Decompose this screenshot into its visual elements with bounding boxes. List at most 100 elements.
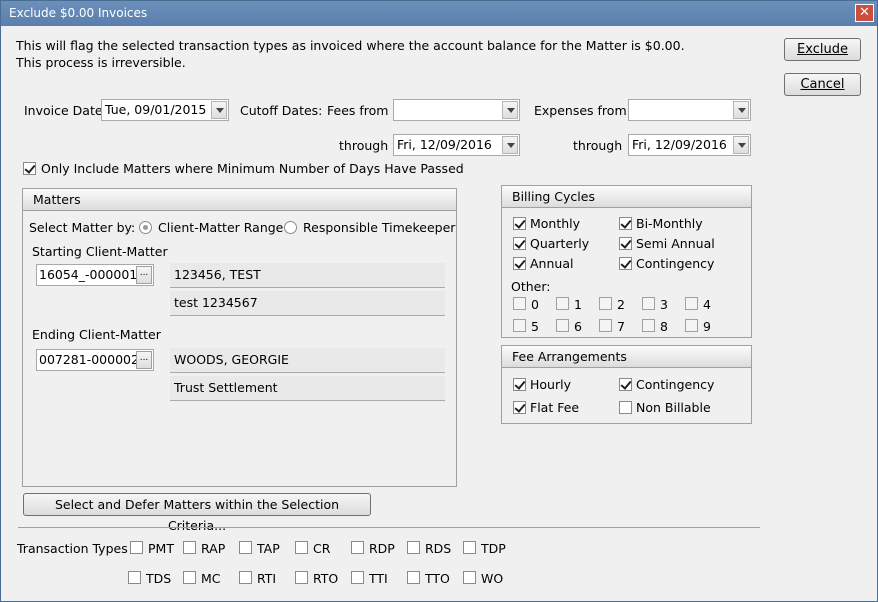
- tx-wo-checkbox[interactable]: [463, 571, 476, 584]
- ending-matter-name: Trust Settlement: [170, 376, 445, 401]
- billing-other-1-checkbox[interactable]: [556, 297, 569, 310]
- ending-client-matter-input[interactable]: 007281-000002 ...: [36, 349, 154, 371]
- tx-tds-checkbox[interactable]: [128, 571, 141, 584]
- billing-other-9-label: 9: [703, 319, 711, 334]
- tx-rti-checkbox[interactable]: [239, 571, 252, 584]
- starting-client-matter-input[interactable]: 16054_-000001 ...: [36, 264, 154, 286]
- tx-tap-label: TAP: [257, 541, 280, 556]
- tx-rdp-checkbox[interactable]: [351, 541, 364, 554]
- expenses-from-picker[interactable]: [628, 99, 751, 121]
- billing-other-3-checkbox[interactable]: [642, 297, 655, 310]
- billing-other-1-label: 1: [574, 297, 582, 312]
- tx-tdp-checkbox[interactable]: [463, 541, 476, 554]
- starting-client-name: 123456, TEST: [170, 263, 445, 288]
- matters-group-title: Matters: [23, 189, 456, 211]
- fees-from-picker[interactable]: [393, 99, 520, 121]
- tx-tap-checkbox[interactable]: [239, 541, 252, 554]
- radio-responsible-timekeeper-label: Responsible Timekeeper: [303, 220, 456, 235]
- billing-contingency-label: Contingency: [636, 256, 715, 271]
- billing-monthly-checkbox[interactable]: [513, 217, 526, 230]
- chevron-down-icon[interactable]: [733, 101, 749, 119]
- radio-client-matter-range-label: Client-Matter Range: [158, 220, 284, 235]
- cancel-button-label: Cancel: [800, 77, 845, 92]
- tx-rap-checkbox[interactable]: [183, 541, 196, 554]
- select-matter-by-label: Select Matter by:: [29, 220, 136, 235]
- tx-rto-checkbox[interactable]: [295, 571, 308, 584]
- billing-quarterly-checkbox[interactable]: [513, 237, 526, 250]
- billing-annual-checkbox[interactable]: [513, 257, 526, 270]
- tx-mc-label: MC: [201, 571, 221, 586]
- billing-other-9-checkbox[interactable]: [685, 319, 698, 332]
- starting-client-matter-value: 16054_-000001: [39, 267, 138, 282]
- cancel-button[interactable]: Cancel: [784, 73, 861, 96]
- tx-tti-checkbox[interactable]: [351, 571, 364, 584]
- tx-tds-label: TDS: [146, 571, 172, 586]
- ellipsis-lookup-button[interactable]: ...: [136, 351, 152, 369]
- billing-semiannual-label: Semi Annual: [636, 236, 715, 251]
- radio-responsible-timekeeper[interactable]: [284, 221, 297, 234]
- chevron-down-icon[interactable]: [211, 101, 227, 119]
- expenses-through-picker[interactable]: Fri, 12/09/2016: [628, 134, 751, 156]
- billing-other-label: Other:: [511, 279, 551, 294]
- billing-other-7-label: 7: [617, 319, 625, 334]
- tx-cr-label: CR: [313, 541, 331, 556]
- fees-through-picker[interactable]: Fri, 12/09/2016: [393, 134, 520, 156]
- billing-other-7-checkbox[interactable]: [599, 319, 612, 332]
- billing-semiannual-checkbox[interactable]: [619, 237, 632, 250]
- billing-bimonthly-label: Bi-Monthly: [636, 216, 703, 231]
- dialog-window: Exclude $0.00 Invoices ✕ This will flag …: [0, 0, 878, 602]
- fee-nonbillable-label: Non Billable: [636, 400, 711, 415]
- billing-other-6-checkbox[interactable]: [556, 319, 569, 332]
- billing-other-2-checkbox[interactable]: [599, 297, 612, 310]
- fee-nonbillable-checkbox[interactable]: [619, 401, 632, 414]
- exclude-button[interactable]: Exclude: [784, 38, 861, 61]
- window-title: Exclude $0.00 Invoices: [9, 6, 148, 20]
- billing-other-6-label: 6: [574, 319, 582, 334]
- tx-rds-label: RDS: [425, 541, 452, 556]
- fee-hourly-checkbox[interactable]: [513, 378, 526, 391]
- tx-tto-checkbox[interactable]: [407, 571, 420, 584]
- ellipsis-lookup-button[interactable]: ...: [136, 266, 152, 284]
- tx-wo-label: WO: [481, 571, 504, 586]
- billing-other-4-checkbox[interactable]: [685, 297, 698, 310]
- tx-cr-checkbox[interactable]: [295, 541, 308, 554]
- transaction-types-label: Transaction Types: [17, 541, 128, 556]
- fee-contingency-label: Contingency: [636, 377, 715, 392]
- billing-other-5-checkbox[interactable]: [513, 319, 526, 332]
- chevron-down-icon[interactable]: [733, 136, 749, 154]
- exclude-button-label: Exclude: [797, 42, 848, 57]
- title-bar: Exclude $0.00 Invoices ✕: [1, 1, 877, 26]
- intro-line-2: This process is irreversible.: [16, 55, 186, 70]
- fee-flatfee-checkbox[interactable]: [513, 401, 526, 414]
- tx-rto-label: RTO: [313, 571, 339, 586]
- billing-other-4-label: 4: [703, 297, 711, 312]
- billing-other-8-checkbox[interactable]: [642, 319, 655, 332]
- expenses-from-label: Expenses from: [534, 103, 627, 118]
- ending-client-matter-label: Ending Client-Matter: [32, 327, 161, 342]
- tx-pmt-checkbox[interactable]: [130, 541, 143, 554]
- billing-other-8-label: 8: [660, 319, 668, 334]
- close-icon[interactable]: ✕: [855, 4, 874, 22]
- tx-tto-label: TTO: [425, 571, 450, 586]
- billing-other-5-label: 5: [531, 319, 539, 334]
- chevron-down-icon[interactable]: [502, 136, 518, 154]
- billing-cycles-title: Billing Cycles: [502, 186, 751, 208]
- fee-hourly-label: Hourly: [530, 377, 571, 392]
- tx-rap-label: RAP: [201, 541, 226, 556]
- tx-mc-checkbox[interactable]: [183, 571, 196, 584]
- select-defer-button[interactable]: Select and Defer Matters within the Sele…: [23, 493, 371, 533]
- billing-bimonthly-checkbox[interactable]: [619, 217, 632, 230]
- fee-contingency-checkbox[interactable]: [619, 378, 632, 391]
- separator: [18, 527, 760, 528]
- invoice-date-picker[interactable]: Tue, 09/01/2015: [101, 99, 229, 121]
- billing-other-3-label: 3: [660, 297, 668, 312]
- billing-other-0-checkbox[interactable]: [513, 297, 526, 310]
- chevron-down-icon[interactable]: [502, 101, 518, 119]
- min-days-checkbox[interactable]: [23, 162, 36, 175]
- billing-annual-label: Annual: [530, 256, 574, 271]
- tx-rds-checkbox[interactable]: [407, 541, 420, 554]
- billing-contingency-checkbox[interactable]: [619, 257, 632, 270]
- tx-pmt-label: PMT: [148, 541, 174, 556]
- tx-tdp-label: TDP: [481, 541, 506, 556]
- radio-client-matter-range[interactable]: [139, 221, 152, 234]
